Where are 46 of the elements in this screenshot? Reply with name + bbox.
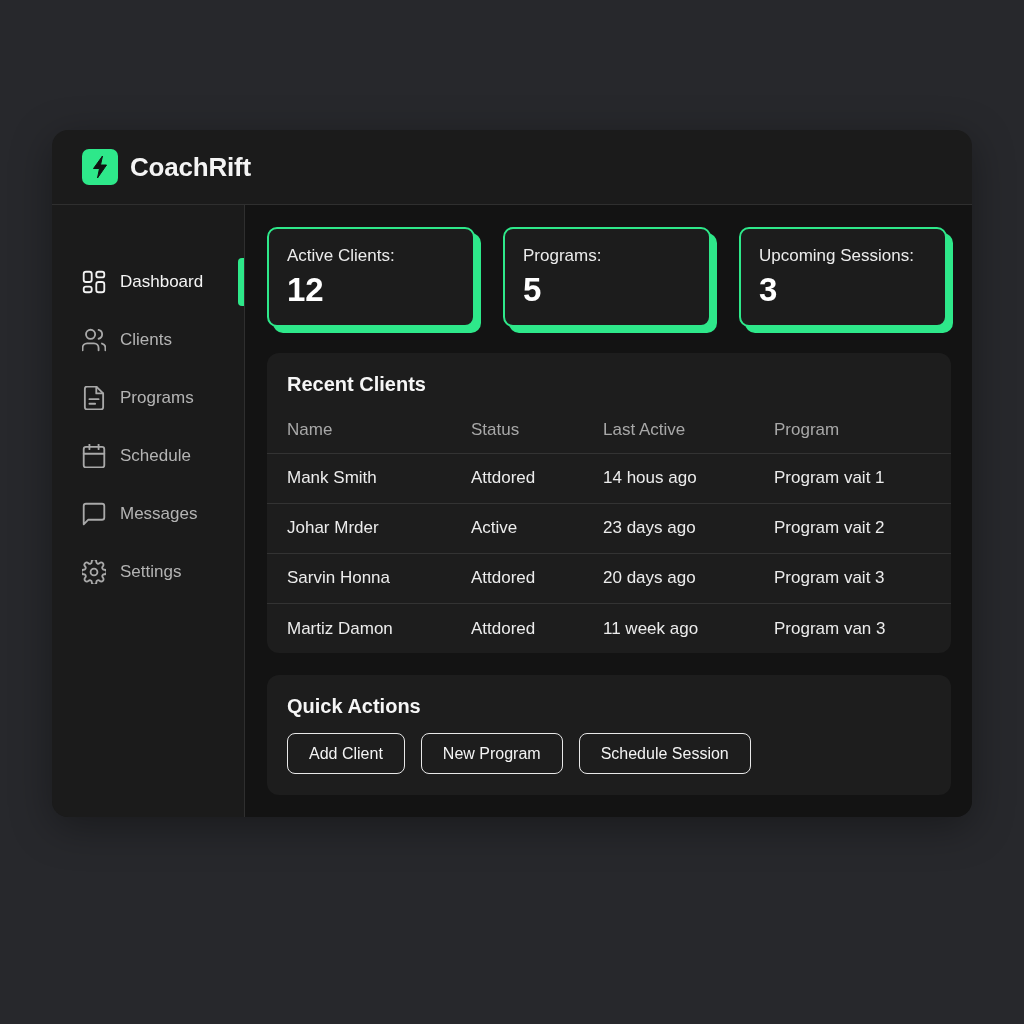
sidebar-item[interactable]: Dashboard: [52, 258, 244, 306]
sidebar-item[interactable]: Schedule: [52, 432, 244, 480]
table-cell: Mank Smith: [267, 453, 470, 503]
table-cell: Attdored: [470, 453, 602, 503]
table-cell: Attdored: [470, 603, 602, 653]
action-button[interactable]: Add Client: [287, 733, 405, 774]
table-cell: Attdored: [470, 553, 602, 603]
table-cell: Program vait 1: [773, 453, 951, 503]
stat-value: 3: [759, 270, 779, 310]
column-header: Name: [267, 411, 470, 453]
settings-icon: [82, 560, 106, 584]
people-icon: [82, 328, 106, 352]
action-button[interactable]: New Program: [420, 733, 563, 774]
chat-bubble-icon: [82, 502, 106, 526]
table-cell: 14 hous ago: [602, 453, 773, 503]
table-cell: Program vait 3: [773, 553, 951, 603]
table-cell: Johar Mrder: [267, 503, 470, 553]
sidebar-item[interactable]: Settings: [52, 548, 244, 596]
card-title: Quick Actions: [286, 694, 422, 719]
sidebar-item[interactable]: Messages: [52, 490, 244, 538]
stat-label: Active Clients:: [287, 245, 396, 267]
table-cell: 11 week ago: [602, 603, 773, 653]
active-indicator: [238, 258, 244, 306]
grid-icon: [82, 270, 106, 294]
table-cell: Program vait 2: [773, 503, 951, 553]
column-header: Status: [470, 411, 602, 453]
table-cell: Martiz Damon: [267, 603, 470, 653]
table-cell: Sarvin Honna: [267, 553, 470, 603]
column-header: Last Active: [602, 411, 773, 453]
stat-label: Upcoming Sessions:: [759, 245, 915, 267]
table-cell: 20 days ago: [602, 553, 773, 603]
sidebar-item[interactable]: Clients: [52, 316, 244, 364]
lightning-logo-icon: [82, 149, 118, 185]
stat-label: Programs:: [523, 245, 603, 267]
action-button[interactable]: Schedule Session: [578, 733, 751, 774]
document-icon: [82, 386, 106, 410]
stat-value: 5: [523, 270, 543, 310]
stat-value: 12: [287, 270, 325, 310]
calendar-icon: [82, 444, 106, 468]
card-title: Recent Clients: [286, 372, 427, 397]
sidebar-item[interactable]: Programs: [52, 374, 244, 422]
column-header: Program: [773, 411, 951, 453]
app-name: CoachRift: [130, 150, 251, 184]
table-cell: Program van 3: [773, 603, 951, 653]
table-cell: 23 days ago: [602, 503, 773, 553]
table-cell: Active: [470, 503, 602, 553]
